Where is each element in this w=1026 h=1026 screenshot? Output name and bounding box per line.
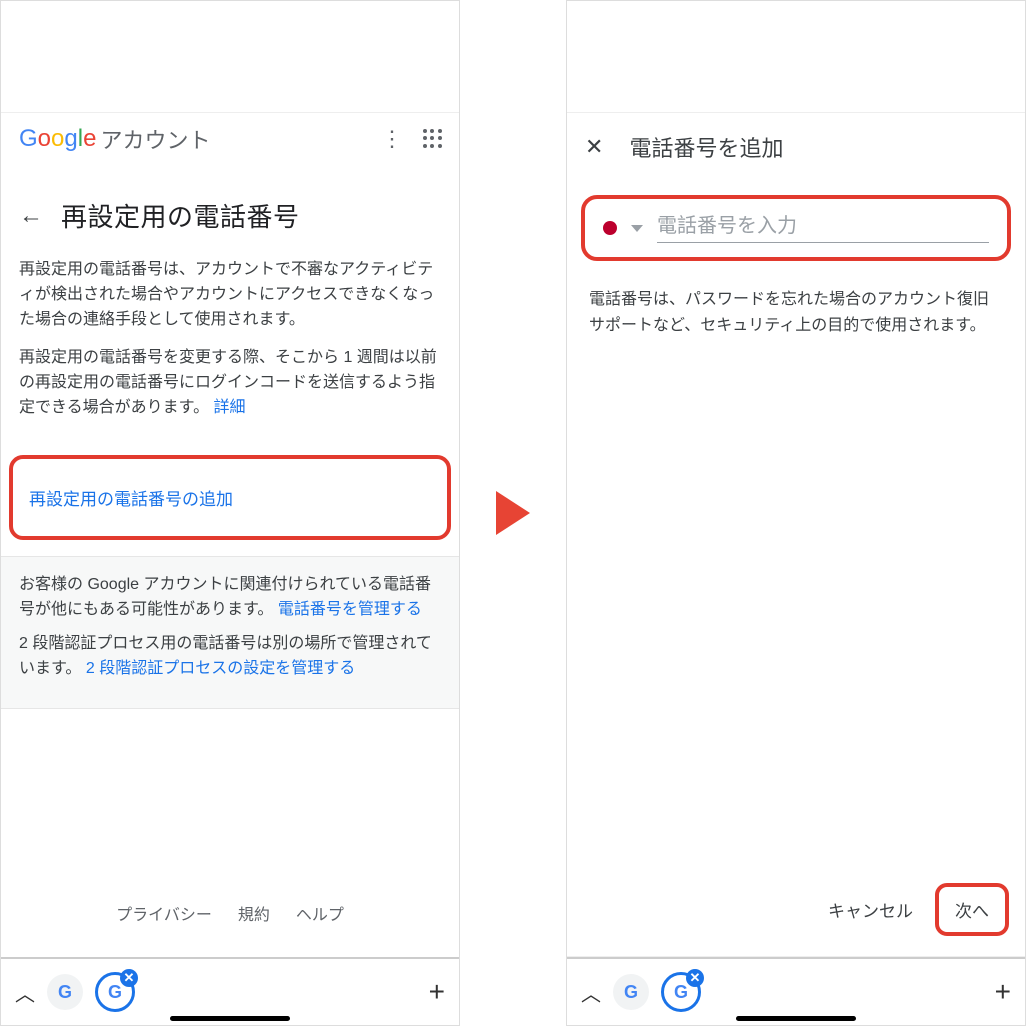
footer-links: プライバシー 規約 ヘルプ xyxy=(1,873,459,957)
body-text: 再設定用の電話番号は、アカウントで不審なアクティビティが検出された場合やアカウン… xyxy=(1,252,459,435)
google-logo: Google xyxy=(19,125,96,153)
screen-add-phone: ✕ 電話番号を追加 電話番号は、パスワードを忘れた場合のアカウント復旧サポートな… xyxy=(566,0,1026,1026)
info-paragraph-2: 2 段階認証プロセス用の電話番号は別の場所で管理されています。 2 段階認証プロ… xyxy=(19,632,441,682)
phone-number-input[interactable] xyxy=(657,213,989,243)
new-tab-icon[interactable]: + xyxy=(429,976,445,1008)
country-flag-icon[interactable] xyxy=(603,221,617,235)
tab-google-inactive[interactable]: G xyxy=(47,974,83,1010)
arrow-right-icon xyxy=(496,491,530,535)
details-link[interactable]: 詳細 xyxy=(214,399,246,416)
account-label: アカウント xyxy=(100,123,210,155)
tab-google-active[interactable]: G ✕ xyxy=(661,972,701,1012)
back-arrow-icon[interactable]: ← xyxy=(19,202,43,230)
next-button[interactable]: 次へ xyxy=(955,902,989,921)
add-recovery-phone-link[interactable]: 再設定用の電話番号の追加 xyxy=(29,490,233,509)
google-header: Google アカウント ⋮ xyxy=(1,113,459,169)
screen-recovery-phone: Google アカウント ⋮ ← 再設定用の電話番号 再設定用の電話番号は、アカ… xyxy=(0,0,460,1026)
paragraph-1: 再設定用の電話番号は、アカウントで不審なアクティビティが検出された場合やアカウン… xyxy=(19,258,441,332)
tab-close-badge-icon[interactable]: ✕ xyxy=(120,969,138,987)
info-paragraph-1: お客様の Google アカウントに関連付けられている電話番号が他にもある可能性… xyxy=(19,573,441,623)
info-block: お客様の Google アカウントに関連付けられている電話番号が他にもある可能性… xyxy=(1,556,459,709)
chevron-up-icon[interactable]: ︿ xyxy=(15,978,35,1007)
tab-google-active[interactable]: G ✕ xyxy=(95,972,135,1012)
dialog-description: 電話番号は、パスワードを忘れた場合のアカウント復旧サポートなど、セキュリティ上の… xyxy=(567,261,1025,338)
tab-close-badge-icon[interactable]: ✕ xyxy=(686,969,704,987)
tab-google-inactive[interactable]: G xyxy=(613,974,649,1010)
flow-arrow xyxy=(460,0,566,1026)
home-indicator xyxy=(736,1016,856,1021)
manage-phone-link[interactable]: 電話番号を管理する xyxy=(278,601,422,618)
browser-bottom-bar: ︿ G G ✕ + xyxy=(567,957,1025,1025)
title-row: ← 再設定用の電話番号 xyxy=(1,169,459,252)
dialog-actions: キャンセル 次へ xyxy=(567,873,1025,957)
chevron-up-icon[interactable]: ︿ xyxy=(581,978,601,1007)
close-icon[interactable]: ✕ xyxy=(585,134,603,160)
dialog-title: 電話番号を追加 xyxy=(629,131,783,163)
status-bar-area xyxy=(567,1,1025,113)
manage-2sv-link[interactable]: 2 段階認証プロセスの設定を管理する xyxy=(86,660,355,677)
apps-grid-icon[interactable] xyxy=(423,129,443,149)
more-icon[interactable]: ⋮ xyxy=(381,128,403,150)
home-indicator xyxy=(170,1016,290,1021)
status-bar-area xyxy=(1,1,459,113)
dialog-header: ✕ 電話番号を追加 xyxy=(567,113,1025,181)
browser-bottom-bar: ︿ G G ✕ + xyxy=(1,957,459,1025)
phone-input-highlight xyxy=(581,195,1011,261)
footer-help-link[interactable]: ヘルプ xyxy=(296,901,344,925)
new-tab-icon[interactable]: + xyxy=(995,976,1011,1008)
footer-privacy-link[interactable]: プライバシー xyxy=(116,901,212,925)
country-dropdown-caret-icon[interactable] xyxy=(631,225,643,232)
add-recovery-phone-highlight: 再設定用の電話番号の追加 xyxy=(9,455,451,540)
cancel-button[interactable]: キャンセル xyxy=(828,897,913,922)
next-button-highlight: 次へ xyxy=(935,883,1009,936)
footer-terms-link[interactable]: 規約 xyxy=(238,901,270,925)
paragraph-2: 再設定用の電話番号を変更する際、そこから 1 週間は以前の再設定用の電話番号にロ… xyxy=(19,346,441,420)
page-title: 再設定用の電話番号 xyxy=(61,197,300,234)
